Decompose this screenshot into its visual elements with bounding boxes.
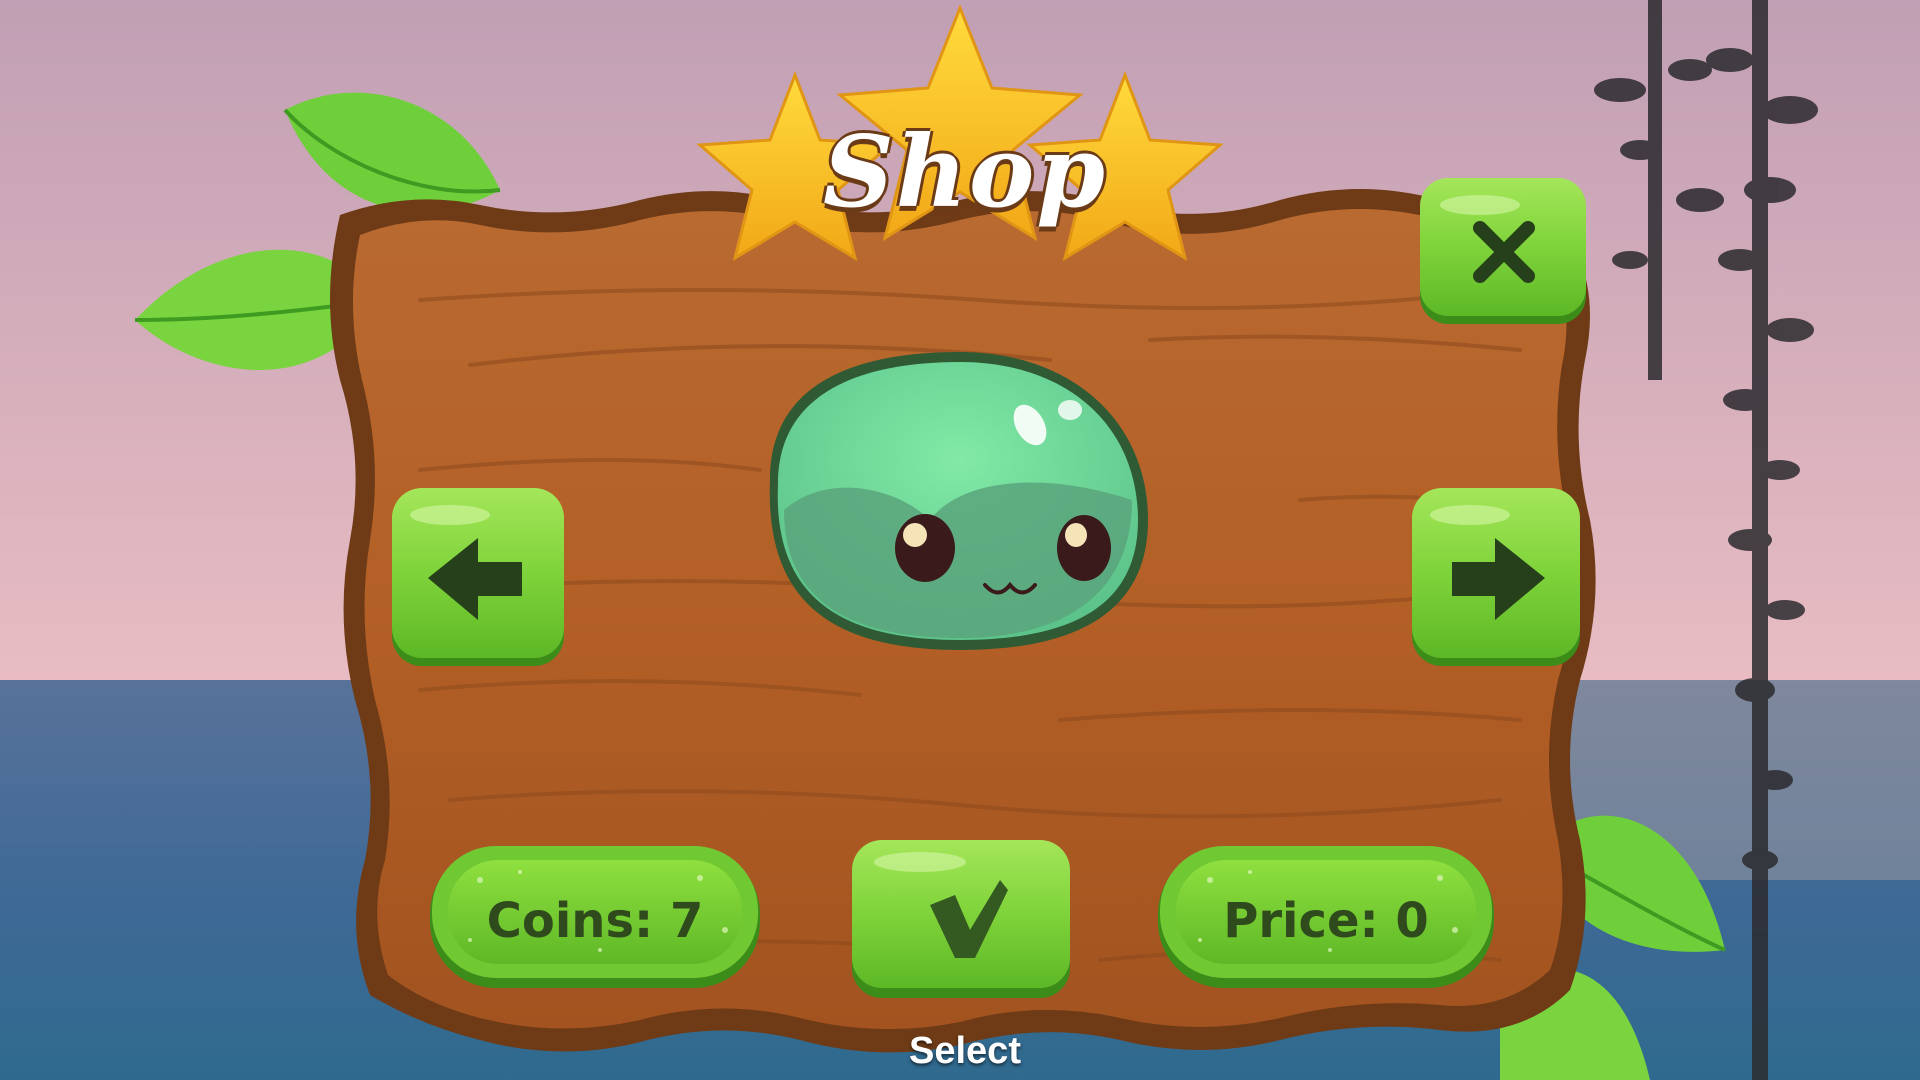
shop-title: Shop — [823, 115, 1107, 230]
select-button[interactable] — [852, 840, 1070, 998]
previous-button[interactable] — [392, 488, 564, 666]
green-slime-character — [769, 352, 1148, 650]
price-label: Price: 0 — [1223, 893, 1429, 949]
close-button[interactable] — [1420, 178, 1586, 324]
next-button[interactable] — [1412, 488, 1580, 666]
coins-label: Coins: 7 — [486, 893, 704, 949]
select-label: Select — [909, 1030, 1021, 1072]
